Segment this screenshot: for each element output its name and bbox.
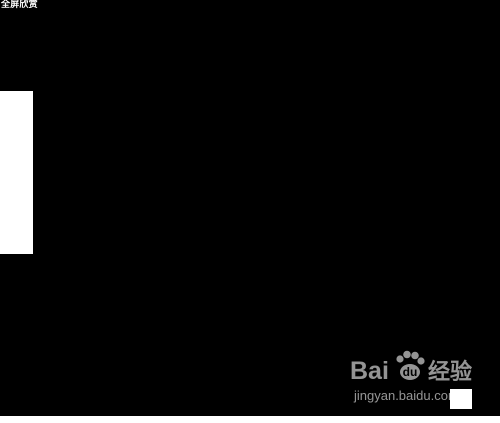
corner-block bbox=[450, 389, 472, 409]
side-panel bbox=[0, 91, 33, 254]
fullscreen-label: 全屏欣赏 bbox=[1, 0, 38, 10]
svg-text:du: du bbox=[403, 365, 418, 379]
baidu-jingyan-watermark: Bai du 经验 jingyan.baidu.com bbox=[350, 346, 500, 408]
fullscreen-viewer[interactable]: 全屏欣赏 Bai du 经验 jingyan.baidu.com bbox=[0, 0, 500, 416]
watermark-brand-left: Bai bbox=[350, 357, 389, 385]
watermark-url: jingyan.baidu.com bbox=[353, 388, 459, 403]
watermark-brand-right: 经验 bbox=[428, 359, 472, 385]
paw-icon: du bbox=[396, 350, 425, 380]
